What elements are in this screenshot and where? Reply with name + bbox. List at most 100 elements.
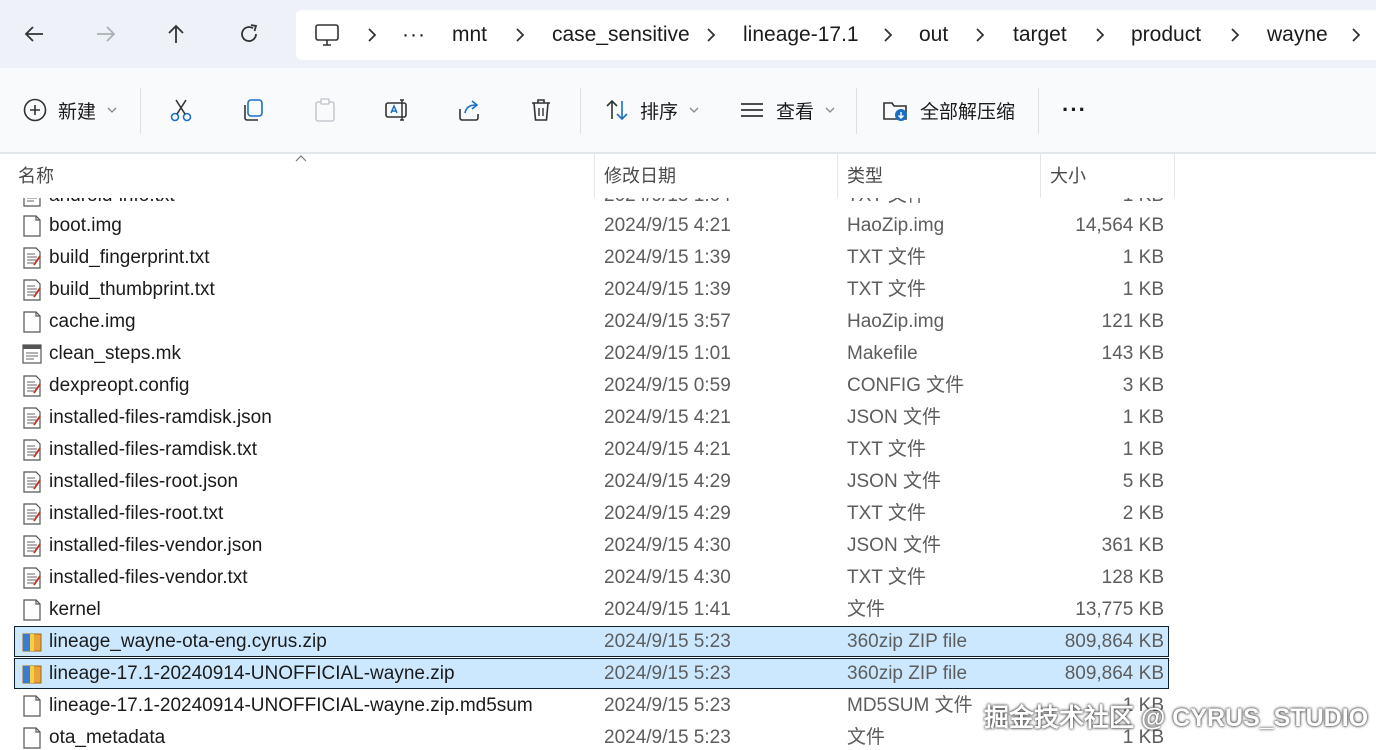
list-item[interactable]: installed-files-root.json 2024/9/15 4:29 J… [14, 466, 1169, 497]
paste-button[interactable] [312, 80, 338, 140]
list-item[interactable]: installed-files-ramdisk.txt 2024/9/15 4:2… [14, 434, 1169, 465]
list-item[interactable]: build_thumbprint.txt 2024/9/15 1:39 TXT 文件… [14, 274, 1169, 305]
file-name: dexpreopt.config [49, 375, 190, 396]
list-item[interactable]: clean_steps.mk 2024/9/15 1:01 Makefile 143 … [14, 338, 1169, 369]
file-type: TXT 文件 [847, 279, 926, 300]
column-divider[interactable] [1040, 154, 1041, 198]
column-name[interactable]: 名称 [18, 154, 54, 198]
column-divider[interactable] [837, 154, 838, 198]
file-name: kernel [49, 599, 101, 620]
breadcrumb-case-sensitive[interactable]: case_sensitive [552, 10, 690, 60]
file-size: 1 KB [1122, 247, 1164, 268]
address-bar[interactable]: ··· mnt case_sensitive lineage-17.1 out … [296, 10, 1376, 60]
share-button[interactable] [456, 80, 482, 140]
file-size: 121 KB [1101, 311, 1164, 332]
file-date: 2024/9/15 3:57 [604, 311, 731, 332]
list-item[interactable]: cache.img 2024/9/15 3:57 HaoZip.img 121 KB [14, 306, 1169, 337]
chevron-right-icon [516, 28, 525, 42]
file-icon [23, 727, 41, 749]
list-item[interactable]: installed-files-vendor.txt 2024/9/15 4:30… [14, 562, 1169, 593]
column-divider[interactable] [1174, 154, 1175, 198]
chevron-right-icon [1352, 28, 1361, 42]
sort-button[interactable]: 排序 [604, 80, 700, 140]
text-file-icon [23, 535, 41, 557]
view-button[interactable]: 查看 [738, 80, 836, 140]
column-size[interactable]: 大小 [1050, 154, 1086, 198]
rename-button[interactable] [384, 80, 410, 140]
file-name: installed-files-ramdisk.txt [49, 439, 257, 460]
command-bar: 新建 排序 查看 全部解压缩 ··· [0, 68, 1376, 154]
breadcrumb-overflow[interactable]: ··· [402, 10, 426, 60]
extract-all-button[interactable]: 全部解压缩 [882, 80, 1015, 140]
column-header: 名称 修改日期 类型 大小 [0, 154, 1376, 198]
file-type: JSON 文件 [847, 535, 941, 556]
file-size: 361 KB [1101, 535, 1164, 556]
file-name: clean_steps.mk [49, 343, 182, 364]
breadcrumb-wayne[interactable]: wayne [1267, 10, 1328, 60]
cut-button[interactable] [168, 80, 194, 140]
breadcrumb-product[interactable]: product [1131, 10, 1201, 60]
scissors-icon [170, 99, 192, 122]
more-options-button[interactable]: ··· [1062, 80, 1087, 140]
zip-icon [22, 665, 42, 684]
file-size: 1 KB [1122, 279, 1164, 300]
file-type: TXT 文件 [847, 567, 926, 588]
text-file-icon [23, 247, 41, 269]
trash-icon [532, 99, 550, 121]
file-type: CONFIG 文件 [847, 375, 965, 396]
breadcrumb-out[interactable]: out [919, 10, 948, 60]
list-item[interactable]: boot.img 2024/9/15 4:21 HaoZip.img 14,564 K… [14, 210, 1169, 241]
list-item[interactable]: kernel 2024/9/15 1:41 文件 13,775 KB [14, 594, 1169, 625]
file-name: build_fingerprint.txt [49, 247, 210, 268]
extract-folder-icon [883, 102, 907, 121]
back-button[interactable] [14, 14, 54, 54]
list-item[interactable]: lineage_wayne-ota-eng.cyrus.zip 2024/9/15… [14, 626, 1169, 657]
list-item[interactable]: installed-files-root.txt 2024/9/15 4:29 TX… [14, 498, 1169, 529]
file-type: HaoZip.img [847, 311, 945, 332]
forward-arrow-icon [97, 26, 116, 42]
new-label: 新建 [58, 101, 97, 123]
breadcrumb-mnt[interactable]: mnt [452, 10, 487, 60]
text-file-icon [23, 503, 41, 525]
file-size: 5 KB [1122, 471, 1164, 492]
column-date-modified[interactable]: 修改日期 [604, 154, 676, 198]
watermark: 掘金技术社区 @ CYRUS_STUDIO [984, 704, 1369, 732]
list-item[interactable]: dexpreopt.config 2024/9/15 0:59 CONFIG 文件 3… [14, 370, 1169, 401]
list-item[interactable]: installed-files-ramdisk.json 2024/9/15 4:… [14, 402, 1169, 433]
copy-icon [244, 99, 263, 121]
list-item[interactable]: installed-files-vendor.json 2024/9/15 4:3… [14, 530, 1169, 561]
sort-label: 排序 [640, 101, 679, 123]
text-file-icon [23, 198, 41, 207]
list-item[interactable]: lineage-17.1-20240914-UNOFFICIAL-wayne.z… [14, 658, 1169, 689]
copy-button[interactable] [240, 80, 266, 140]
rename-icon [385, 99, 407, 121]
chevron-right-icon [976, 28, 985, 42]
share-icon [459, 100, 479, 121]
file-name: lineage_wayne-ota-eng.cyrus.zip [49, 631, 327, 652]
breadcrumb-target[interactable]: target [1013, 10, 1067, 60]
file-type: TXT 文件 [847, 439, 926, 460]
up-arrow-icon [168, 24, 184, 43]
chevron-right-icon [707, 28, 716, 42]
refresh-button[interactable] [229, 14, 269, 54]
file-name: lineage-17.1-20240914-UNOFFICIAL-wayne.z… [49, 663, 455, 684]
file-date: 2024/9/15 0:59 [604, 375, 731, 396]
file-date: 2024/9/15 1:39 [604, 247, 731, 268]
file-name: cache.img [49, 311, 136, 332]
new-button[interactable]: 新建 [22, 80, 118, 140]
file-size: 3 KB [1122, 375, 1164, 396]
breadcrumb-lineage[interactable]: lineage-17.1 [743, 10, 859, 60]
text-file-icon [23, 375, 41, 397]
file-type: 360zip ZIP file [847, 631, 968, 652]
list-item[interactable]: build_fingerprint.txt 2024/9/15 1:39 TXT 文… [14, 242, 1169, 273]
file-size: 128 KB [1101, 567, 1164, 588]
up-button[interactable] [156, 14, 196, 54]
zip-icon [22, 633, 42, 652]
file-date: 2024/9/15 4:29 [604, 471, 731, 492]
column-type[interactable]: 类型 [847, 154, 883, 198]
file-list: android-info.txt 2024/9/15 1:04 TXT 文件 1… [0, 198, 1376, 750]
column-divider[interactable] [594, 154, 595, 198]
chevron-right-icon [1231, 28, 1240, 42]
delete-button[interactable] [528, 80, 554, 140]
forward-button[interactable] [86, 14, 126, 54]
